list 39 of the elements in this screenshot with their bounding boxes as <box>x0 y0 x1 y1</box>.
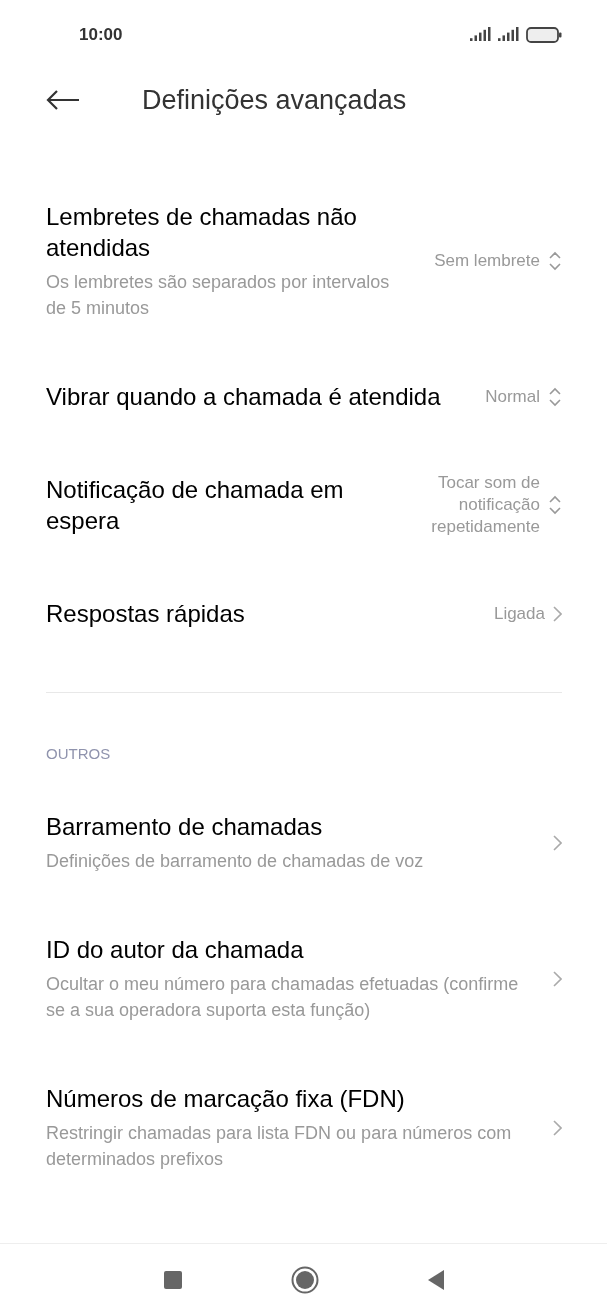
up-down-icon <box>548 251 562 271</box>
chevron-right-icon <box>553 834 562 851</box>
settings-row[interactable]: Lembretes de chamadas não atendidas Os lembretes são separados por intervalos de 5 minutos Sem lembrete <box>0 171 607 351</box>
home-icon[interactable] <box>290 1266 319 1294</box>
chevron-right-icon <box>553 1119 562 1136</box>
recents-icon[interactable] <box>162 1270 183 1290</box>
setting-value: Ligada <box>493 602 545 625</box>
signal-icon <box>470 27 492 43</box>
page-title: Definições avançadas <box>142 84 407 116</box>
chevron-right-icon <box>553 605 562 622</box>
setting-description: Restringir chamadas para lista FDN ou para números com determinados prefixos <box>46 1122 513 1171</box>
section-label: OUTROS <box>45 745 112 762</box>
chevron-right-icon <box>553 970 562 987</box>
status-time: 10:00 <box>79 25 123 45</box>
battery-icon <box>526 26 562 44</box>
back-arrow-icon[interactable] <box>46 89 80 111</box>
setting-description: Definições de barramento de chamadas de voz <box>46 850 425 873</box>
setting-description: Ocultar o meu número para chamadas efetuadas (confirme se a sua operadora suporta esta função) <box>46 973 520 1022</box>
signal-icon <box>498 27 520 43</box>
setting-title: Respostas rápidas <box>46 599 246 629</box>
settings-row[interactable]: Respostas rápidas Ligada <box>0 568 607 659</box>
up-down-icon <box>548 386 562 407</box>
setting-title: Notificação de chamada em espera <box>46 475 345 536</box>
setting-title: Vibrar quando a chamada é atendida <box>46 382 442 412</box>
setting-value: Tocar som de notificação repetidamente <box>430 472 540 538</box>
settings-row[interactable]: Barramento de chamadas Definições de barramento de chamadas de voz <box>0 781 607 904</box>
setting-value: Sem lembrete <box>434 250 540 272</box>
settings-row[interactable]: Notificação de chamada em espera Tocar som de notificação repetidamente <box>0 442 607 568</box>
setting-value: Normal <box>485 385 540 408</box>
settings-row[interactable]: ID do autor da chamada Ocultar o meu número para chamadas efetuadas (confirme se a sua operadora suporta esta função) <box>0 904 607 1053</box>
setting-title: ID do autor da chamada <box>46 935 305 965</box>
up-down-icon <box>548 495 562 515</box>
setting-title: Barramento de chamadas <box>46 812 324 842</box>
back-icon[interactable] <box>426 1269 445 1291</box>
settings-row[interactable]: Vibrar quando a chamada é atendida Normal <box>0 351 607 442</box>
settings-row[interactable]: Números de marcação fixa (FDN) Restringir chamadas para lista FDN ou para números com determinados prefixos <box>0 1053 607 1202</box>
setting-title: Números de marcação fixa (FDN) <box>46 1084 406 1114</box>
setting-description: Os lembretes são separados por intervalos de 5 minutos <box>46 271 391 320</box>
setting-title: Lembretes de chamadas não atendidas <box>46 202 358 263</box>
